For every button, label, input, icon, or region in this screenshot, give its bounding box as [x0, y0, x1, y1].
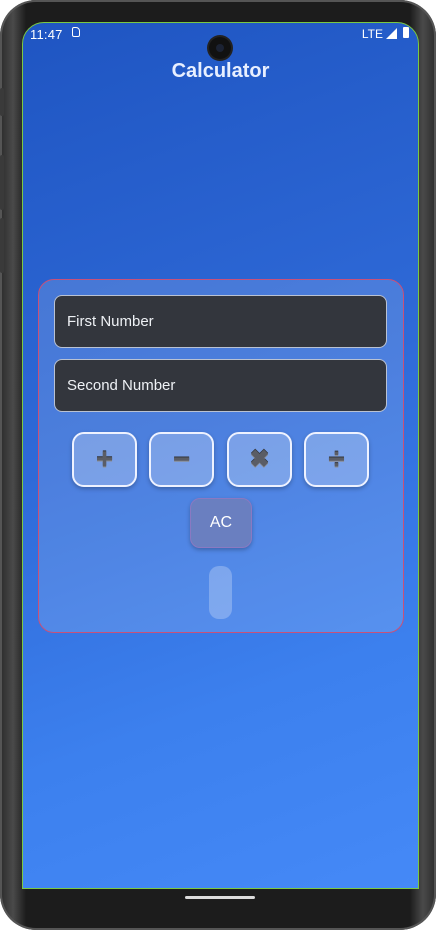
- calculator-card: + − ✖ ÷ AC: [38, 279, 404, 633]
- navigation-bar: [0, 889, 436, 930]
- multiply-button[interactable]: ✖: [227, 432, 292, 487]
- multiply-icon: ✖: [249, 446, 270, 473]
- first-number-input[interactable]: [54, 295, 387, 348]
- side-button-top: [0, 88, 4, 116]
- add-button[interactable]: +: [72, 432, 137, 487]
- operation-buttons: + − ✖ ÷: [72, 432, 372, 488]
- signal-icon: [386, 28, 397, 39]
- minus-icon: −: [172, 442, 191, 476]
- network-type-label: LTE: [361, 27, 383, 41]
- side-button-middle: [0, 155, 4, 210]
- home-gesture-handle[interactable]: [185, 896, 255, 899]
- sim-card-icon: [72, 27, 80, 37]
- divide-button[interactable]: ÷: [304, 432, 369, 487]
- clear-button-label: AC: [209, 514, 233, 531]
- subtract-button[interactable]: −: [149, 432, 214, 487]
- front-camera: [209, 37, 231, 59]
- divide-icon: ÷: [328, 442, 345, 476]
- plus-icon: +: [95, 442, 114, 476]
- app-title: Calculator: [171, 60, 270, 82]
- second-number-input[interactable]: [54, 359, 387, 412]
- result-display: [209, 566, 232, 619]
- clear-button[interactable]: AC: [190, 498, 252, 548]
- status-time: 11:47: [30, 27, 63, 42]
- side-button-bottom: [0, 218, 4, 273]
- screen: 11:47 LTE Calculator + − ✖: [22, 22, 419, 889]
- battery-icon: [403, 27, 409, 38]
- phone-frame: 11:47 LTE Calculator + − ✖: [0, 0, 436, 930]
